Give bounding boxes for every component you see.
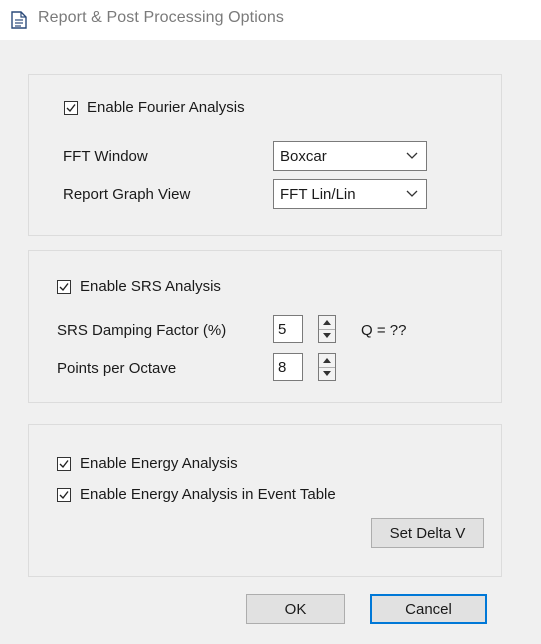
set-delta-v-button[interactable]: Set Delta V xyxy=(371,518,484,548)
fft-window-value: Boxcar xyxy=(280,148,327,165)
enable-energy-label: Enable Energy Analysis xyxy=(80,455,238,472)
energy-group: Enable Energy Analysis Enable Energy Ana… xyxy=(28,424,502,577)
points-per-octave-value: 8 xyxy=(278,359,287,376)
enable-fourier-checkbox[interactable]: Enable Fourier Analysis xyxy=(64,99,245,116)
enable-srs-checkbox[interactable]: Enable SRS Analysis xyxy=(57,278,221,295)
report-graph-view-select[interactable]: FFT Lin/Lin xyxy=(273,179,427,209)
enable-fourier-label: Enable Fourier Analysis xyxy=(87,99,245,116)
points-per-octave-label: Points per Octave xyxy=(57,360,177,377)
srs-group: Enable SRS Analysis SRS Damping Factor (… xyxy=(28,250,502,403)
dialog-body: Enable Fourier Analysis FFT Window Boxca… xyxy=(0,40,541,644)
enable-energy-event-table-label: Enable Energy Analysis in Event Table xyxy=(80,486,336,503)
points-per-octave-input[interactable]: 8 xyxy=(273,353,303,381)
arrow-down-icon xyxy=(323,371,331,376)
points-per-octave-stepper[interactable] xyxy=(318,353,336,381)
fourier-group: Enable Fourier Analysis FFT Window Boxca… xyxy=(28,74,502,236)
arrow-up-icon xyxy=(323,320,331,325)
ok-button[interactable]: OK xyxy=(246,594,345,624)
srs-damping-label: SRS Damping Factor (%) xyxy=(57,322,227,339)
checkmark-icon xyxy=(66,103,76,112)
enable-srs-label: Enable SRS Analysis xyxy=(80,278,221,295)
stepper-down-button[interactable] xyxy=(319,367,335,380)
fft-window-select[interactable]: Boxcar xyxy=(273,141,427,171)
checkbox-box[interactable] xyxy=(57,487,71,502)
document-icon xyxy=(11,11,27,29)
cancel-button[interactable]: Cancel xyxy=(370,594,487,624)
srs-damping-value: 5 xyxy=(278,321,287,338)
checkmark-icon xyxy=(59,282,69,291)
enable-energy-checkbox[interactable]: Enable Energy Analysis xyxy=(57,455,238,472)
report-graph-view-value: FFT Lin/Lin xyxy=(280,186,356,203)
chevron-down-icon xyxy=(406,152,418,159)
fft-window-label: FFT Window xyxy=(63,148,148,165)
title-bar: Report & Post Processing Options xyxy=(0,0,541,40)
q-factor-label: Q = ?? xyxy=(361,322,407,339)
srs-damping-stepper[interactable] xyxy=(318,315,336,343)
stepper-down-button[interactable] xyxy=(319,329,335,342)
checkbox-box[interactable] xyxy=(64,100,78,115)
srs-damping-input[interactable]: 5 xyxy=(273,315,303,343)
checkmark-icon xyxy=(59,490,69,499)
checkbox-box[interactable] xyxy=(57,456,71,471)
enable-energy-event-table-checkbox[interactable]: Enable Energy Analysis in Event Table xyxy=(57,486,336,503)
chevron-down-icon xyxy=(406,190,418,197)
checkbox-box[interactable] xyxy=(57,279,71,294)
stepper-up-button[interactable] xyxy=(319,316,335,330)
report-graph-view-label: Report Graph View xyxy=(63,186,191,203)
arrow-down-icon xyxy=(323,333,331,338)
stepper-up-button[interactable] xyxy=(319,354,335,368)
checkmark-icon xyxy=(59,459,69,468)
window-title: Report & Post Processing Options xyxy=(38,9,284,26)
arrow-up-icon xyxy=(323,358,331,363)
